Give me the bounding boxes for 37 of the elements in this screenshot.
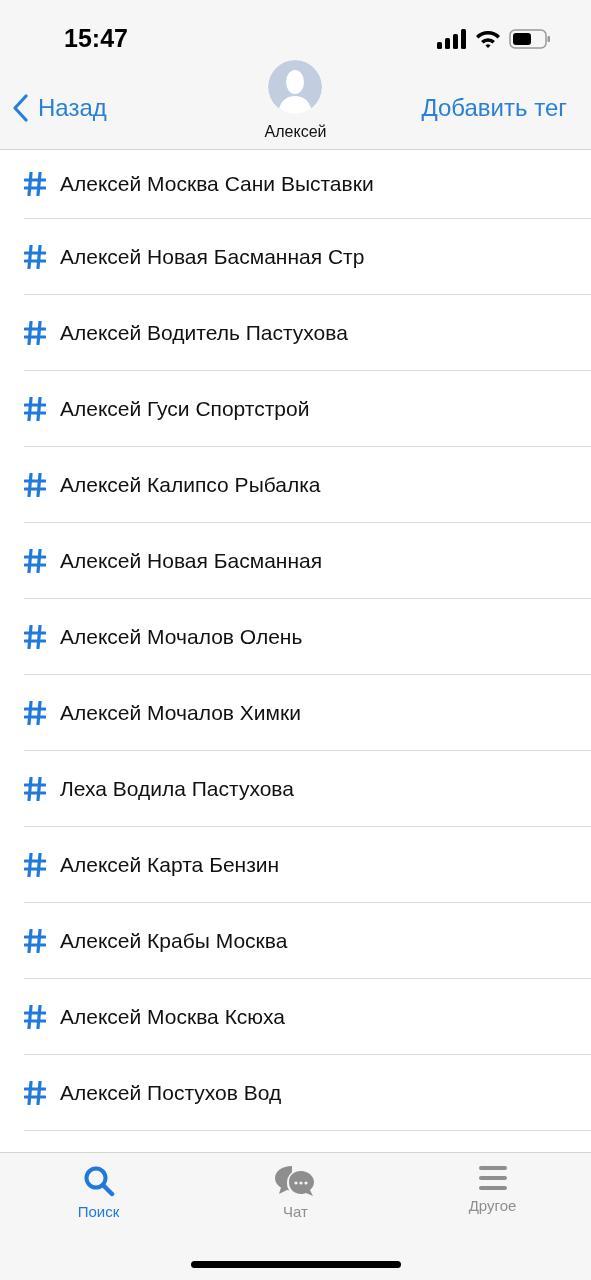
contact-name: Алексей	[264, 122, 327, 142]
tag-label[interactable]: Алексей Карта Бензин	[60, 848, 280, 881]
hashtag-icon	[24, 1004, 46, 1029]
tag-label[interactable]: Алексей Калипсо Рыбалка	[60, 468, 321, 501]
hashtag-icon	[24, 320, 46, 345]
hashtag-icon	[24, 396, 46, 421]
status-time: 15:47	[64, 23, 128, 55]
tag-label[interactable]: Алексей Москва Сани Выставки	[60, 168, 374, 200]
tag-label[interactable]: Алексей Водитель Пастухова	[60, 316, 348, 349]
hashtag-icon	[24, 852, 46, 877]
hashtag-icon	[24, 548, 46, 573]
tag-label[interactable]: Алексей Новая Басманная	[60, 544, 323, 577]
hashtag-icon	[24, 1080, 46, 1105]
menu-icon	[477, 1165, 508, 1191]
back-chevron-icon	[12, 94, 28, 122]
hashtag-icon	[24, 700, 46, 725]
search-icon	[82, 1165, 115, 1197]
hashtag-icon	[24, 472, 46, 497]
tag-label[interactable]: Алексей Постухов Вод	[60, 1076, 282, 1109]
battery-icon	[509, 29, 551, 49]
tab-bar-item[interactable]: Поиск	[38, 1165, 159, 1224]
hashtag-icon	[24, 172, 46, 196]
hashtag-icon	[24, 624, 46, 649]
tag-label[interactable]: Алексей Москва Ксюха	[60, 1000, 285, 1033]
hashtag-icon	[24, 776, 46, 801]
tag-label[interactable]: Алексей Крабы Москва	[60, 924, 288, 957]
tag-label[interactable]: Алексей Гуси Спортстрой	[60, 392, 310, 425]
tag-label[interactable]: Леха Водила Пастухова	[60, 772, 294, 805]
hashtag-icon	[24, 244, 46, 269]
tag-label[interactable]: Алексей Новая Басманная Стр	[60, 240, 365, 273]
add-tag-button[interactable]: Добавить тег	[421, 90, 567, 126]
tag-label[interactable]: Алексей Мочалов Олень	[60, 620, 303, 653]
signal-icon	[437, 29, 467, 49]
tag-label[interactable]: Алексей Мочалов Химки	[60, 696, 301, 729]
wifi-icon	[475, 29, 501, 49]
back-button[interactable]: Назад	[12, 90, 107, 126]
hashtag-icon	[24, 928, 46, 953]
